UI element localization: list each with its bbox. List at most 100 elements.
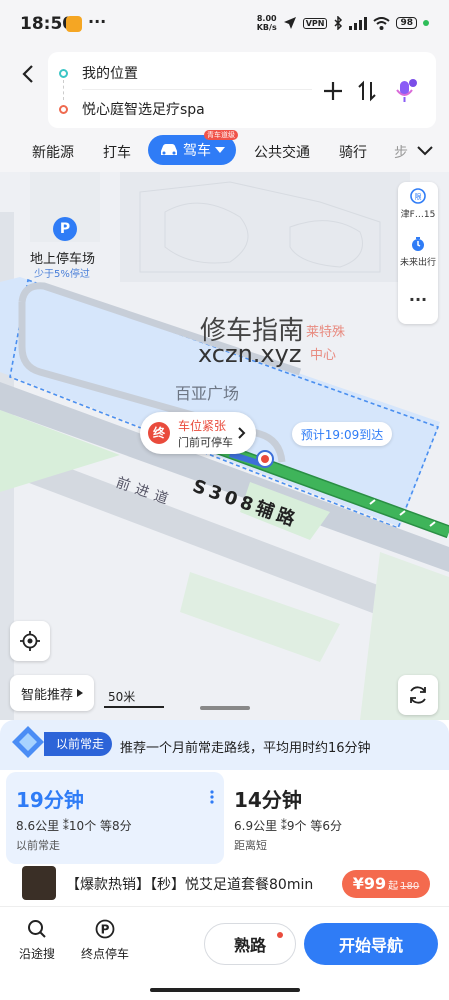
more-notifications-icon: ··· — [88, 12, 107, 31]
destination-row[interactable]: 悦心庭智选足疗spa — [48, 94, 308, 124]
svg-text:P: P — [101, 923, 110, 937]
origin-row[interactable]: 我的位置 — [48, 58, 308, 88]
route-1-lights: 10个 — [68, 819, 97, 833]
tab-walk[interactable]: 步 — [394, 142, 408, 162]
promo-row[interactable]: 【爆款热销】【秒】悦艾足道套餐80min ¥99 起 180 — [0, 862, 449, 906]
route-2-meta: 6.9公里 ⁑9个 等6分 — [234, 817, 432, 834]
route-1-meta: 8.6公里 ⁑10个 等8分 — [16, 817, 214, 834]
parking-icon: P — [95, 919, 115, 939]
parking-lot-marker[interactable]: P — [53, 217, 77, 241]
destination-label: 悦心庭智选足疗spa — [82, 102, 205, 118]
locate-button[interactable] — [10, 621, 50, 661]
start-navigation-button[interactable]: 开始导航 — [304, 923, 438, 965]
tab-new-energy[interactable]: 新能源 — [32, 142, 74, 162]
parking-lot-sub: 少于5%停过 — [34, 269, 90, 280]
destination-dot-icon — [59, 104, 68, 114]
end-parking-label: 终点停车 — [80, 947, 129, 961]
promo-price: ¥99 — [352, 874, 387, 893]
sheet-drag-handle[interactable] — [200, 706, 250, 710]
smart-recommend-button[interactable]: 智能推荐 — [10, 675, 94, 711]
app-notification-icon — [66, 16, 82, 32]
vpn-icon: VPN — [302, 17, 328, 29]
smart-recommend-label: 智能推荐 — [20, 687, 73, 703]
route-1-time: 19分钟 — [16, 788, 84, 812]
net-speed-value: 8.00 — [256, 14, 277, 23]
eta-bubble: 预计19:09到达 — [292, 422, 392, 446]
route-card: 我的位置 悦心庭智选足疗spa — [48, 52, 436, 128]
home-indicator[interactable] — [150, 988, 300, 992]
along-search-label: 沿途搜 — [18, 947, 55, 961]
play-triangle-icon — [77, 689, 83, 697]
status-bar: 18:50 ··· 8.00 KB/s VPN 98 — [0, 0, 449, 48]
map-more-button[interactable]: ··· — [398, 290, 438, 309]
parking-tight-label: 车位紧张 — [178, 419, 227, 433]
restriction-icon: 限 — [410, 188, 426, 204]
route-2-time: 14分钟 — [234, 788, 302, 812]
along-search-button[interactable]: 沿途搜 — [14, 919, 60, 962]
dropdown-caret-icon — [215, 147, 225, 153]
expand-tabs-icon[interactable] — [413, 140, 437, 162]
tab-taxi[interactable]: 打车 — [103, 142, 131, 162]
location-arrow-icon — [283, 17, 296, 29]
tab-public-transit[interactable]: 公共交通 — [254, 142, 310, 162]
habit-tag: 以前常走 — [12, 726, 116, 760]
route-1-wait: 等8分 — [100, 819, 132, 833]
back-icon[interactable] — [14, 60, 42, 88]
future-trip-button[interactable]: 未来出行 — [398, 236, 438, 268]
traffic-restriction-button[interactable]: 限 津F…15 — [398, 188, 438, 220]
new-dot-icon — [277, 932, 283, 938]
route-1-tag: 以前常走 — [16, 839, 60, 852]
route-option-2[interactable]: 14分钟 6.9公里 ⁑9个 等6分 距离短 — [224, 772, 442, 864]
promo-from: 起 — [388, 881, 399, 892]
scale-label: 50米 — [108, 690, 136, 704]
search-icon — [28, 920, 46, 938]
restriction-label: 津F…15 — [400, 210, 436, 220]
swap-route-icon[interactable] — [354, 78, 380, 104]
promo-price-tag[interactable]: ¥99 起 180 — [342, 870, 430, 898]
promo-orig-price: 180 — [400, 881, 420, 892]
refresh-route-button[interactable] — [398, 675, 438, 715]
poi-faded-2: 中心 — [310, 348, 337, 363]
familiar-route-button[interactable]: 熟路 — [204, 923, 296, 965]
poi-faded: 莱特殊 — [306, 325, 346, 340]
privacy-indicator-dot — [423, 20, 429, 26]
parking-callout[interactable]: 终 车位紧张 门前可停车 — [140, 412, 256, 454]
transport-tabs: 新能源 打车 驾车 青车道级 公共交通 骑行 步 — [0, 130, 449, 172]
tab-bike[interactable]: 骑行 — [339, 142, 367, 162]
tab-drive-label: 驾车 — [183, 143, 211, 159]
add-waypoint-icon[interactable] — [320, 78, 346, 104]
map-view[interactable]: P 地上停车场 少于5%停过 修车指南 xczn.xyz 莱特殊 中心 百亚广场… — [0, 172, 449, 720]
end-parking-button[interactable]: P 终点停车 — [76, 919, 134, 962]
route-option-1[interactable]: 19分钟 8.6公里 ⁑10个 等8分 以前常走 — [6, 772, 224, 864]
route-sheet: 以前常走 推荐一个月前常走路线，平均用时约16分钟 19分钟 8.6公里 ⁑10… — [0, 706, 449, 1000]
chevron-right-icon — [238, 427, 246, 439]
net-speed-unit: KB/s — [256, 23, 277, 32]
route-header: 我的位置 悦心庭智选足疗spa — [0, 48, 449, 130]
bottom-actions: 沿途搜 P 终点停车 熟路 开始导航 — [0, 906, 449, 1000]
car-icon — [161, 144, 177, 155]
route-2-distance: 6.9公里 — [234, 819, 278, 833]
status-icons: 8.00 KB/s VPN 98 — [257, 14, 429, 32]
parking-tip-label: 门前可停车 — [178, 436, 233, 449]
parking-p-icon: P — [59, 221, 71, 237]
bluetooth-icon — [334, 16, 343, 30]
eta-label: 预计19:09到达 — [300, 427, 384, 442]
route-1-distance: 8.6公里 — [16, 819, 60, 833]
start-navigation-label: 开始导航 — [338, 936, 403, 955]
route-1-more-icon[interactable] — [210, 790, 214, 804]
signal-icon — [349, 16, 368, 30]
map-scale: 50米 — [104, 688, 164, 708]
habit-text: 推荐一个月前常走路线，平均用时约16分钟 — [120, 741, 371, 756]
route-2-lights: 9个 — [286, 819, 307, 833]
future-trip-label: 未来出行 — [399, 258, 436, 268]
habit-diamond-icon — [12, 726, 44, 758]
promo-thumbnail — [22, 866, 56, 900]
plaza-label: 百亚广场 — [175, 384, 240, 403]
habit-tag-label: 以前常走 — [44, 732, 113, 756]
scale-bar — [104, 706, 164, 708]
locate-icon — [20, 631, 40, 651]
route-2-wait: 等6分 — [310, 819, 343, 833]
promo-text: 【爆款热销】【秒】悦艾足道套餐80min — [66, 877, 314, 893]
voice-assistant-icon[interactable] — [392, 78, 418, 104]
familiar-route-label: 熟路 — [233, 936, 266, 955]
